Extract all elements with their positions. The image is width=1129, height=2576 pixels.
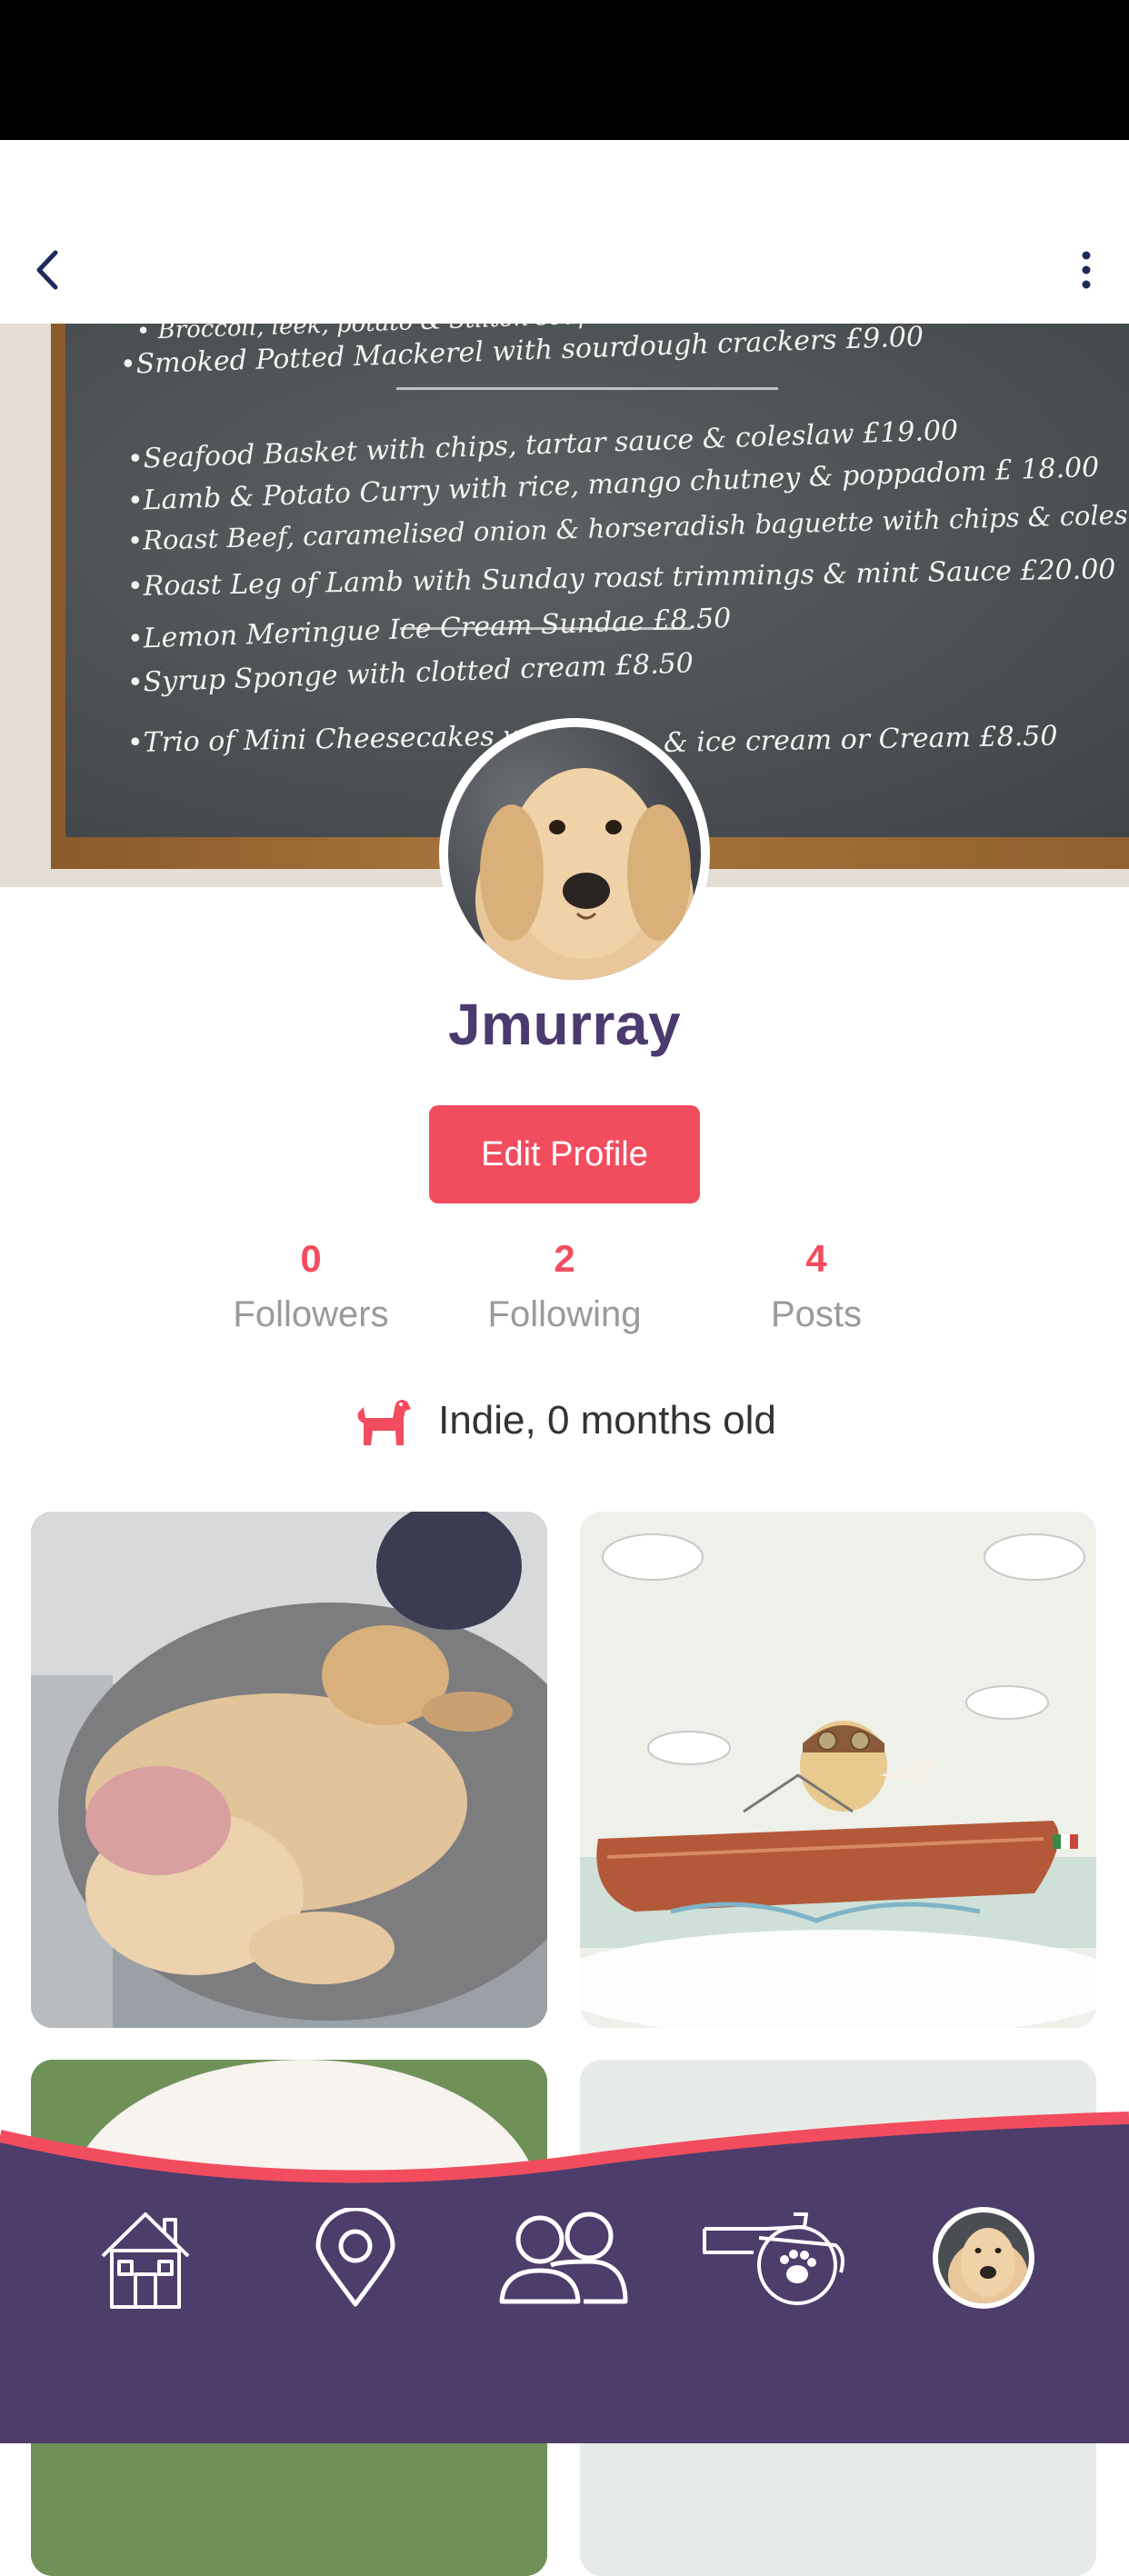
followers-count: 0: [300, 1237, 322, 1280]
home-icon: [101, 2212, 190, 2309]
avatar-photo: [448, 727, 701, 980]
more-options-button[interactable]: [1064, 238, 1109, 302]
username: Jmurray: [447, 992, 682, 1057]
more-vertical-icon: [1082, 251, 1091, 289]
location-pin-icon: [315, 2208, 395, 2307]
chalk-divider: [396, 387, 778, 390]
followers-label: Followers: [233, 1294, 389, 1334]
nav-community[interactable]: [495, 2200, 632, 2318]
followers-stat[interactable]: 0 Followers: [175, 1229, 447, 1340]
posts-label: Posts: [770, 1294, 863, 1334]
nav-training[interactable]: [691, 2200, 854, 2318]
following-stat[interactable]: 2 Following: [428, 1229, 701, 1340]
nav-map[interactable]: [296, 2200, 415, 2318]
nav-profile[interactable]: [929, 2203, 1038, 2312]
pet-info: Indie, 0 months old: [0, 1389, 1129, 1453]
back-button[interactable]: [20, 238, 75, 302]
chevron-left-icon: [36, 250, 58, 290]
status-bar: [0, 0, 1129, 140]
post-tile[interactable]: [31, 1512, 547, 2028]
top-bar: [0, 140, 1129, 324]
nav-profile-avatar: [933, 2207, 1034, 2309]
edit-profile-button[interactable]: Edit Profile: [429, 1105, 700, 1203]
following-label: Following: [487, 1294, 642, 1334]
following-count: 2: [554, 1237, 575, 1280]
pet-description: Indie, 0 months old: [438, 1398, 776, 1443]
post-tile[interactable]: [580, 1512, 1096, 2028]
profile-avatar[interactable]: [439, 718, 710, 989]
posts-stat[interactable]: 4 Posts: [680, 1229, 953, 1340]
nav-home[interactable]: [86, 2200, 205, 2318]
whistle-icon: [703, 2212, 844, 2305]
people-icon: [499, 2212, 628, 2304]
dog-icon: [357, 1400, 412, 1445]
posts-count: 4: [805, 1237, 827, 1280]
